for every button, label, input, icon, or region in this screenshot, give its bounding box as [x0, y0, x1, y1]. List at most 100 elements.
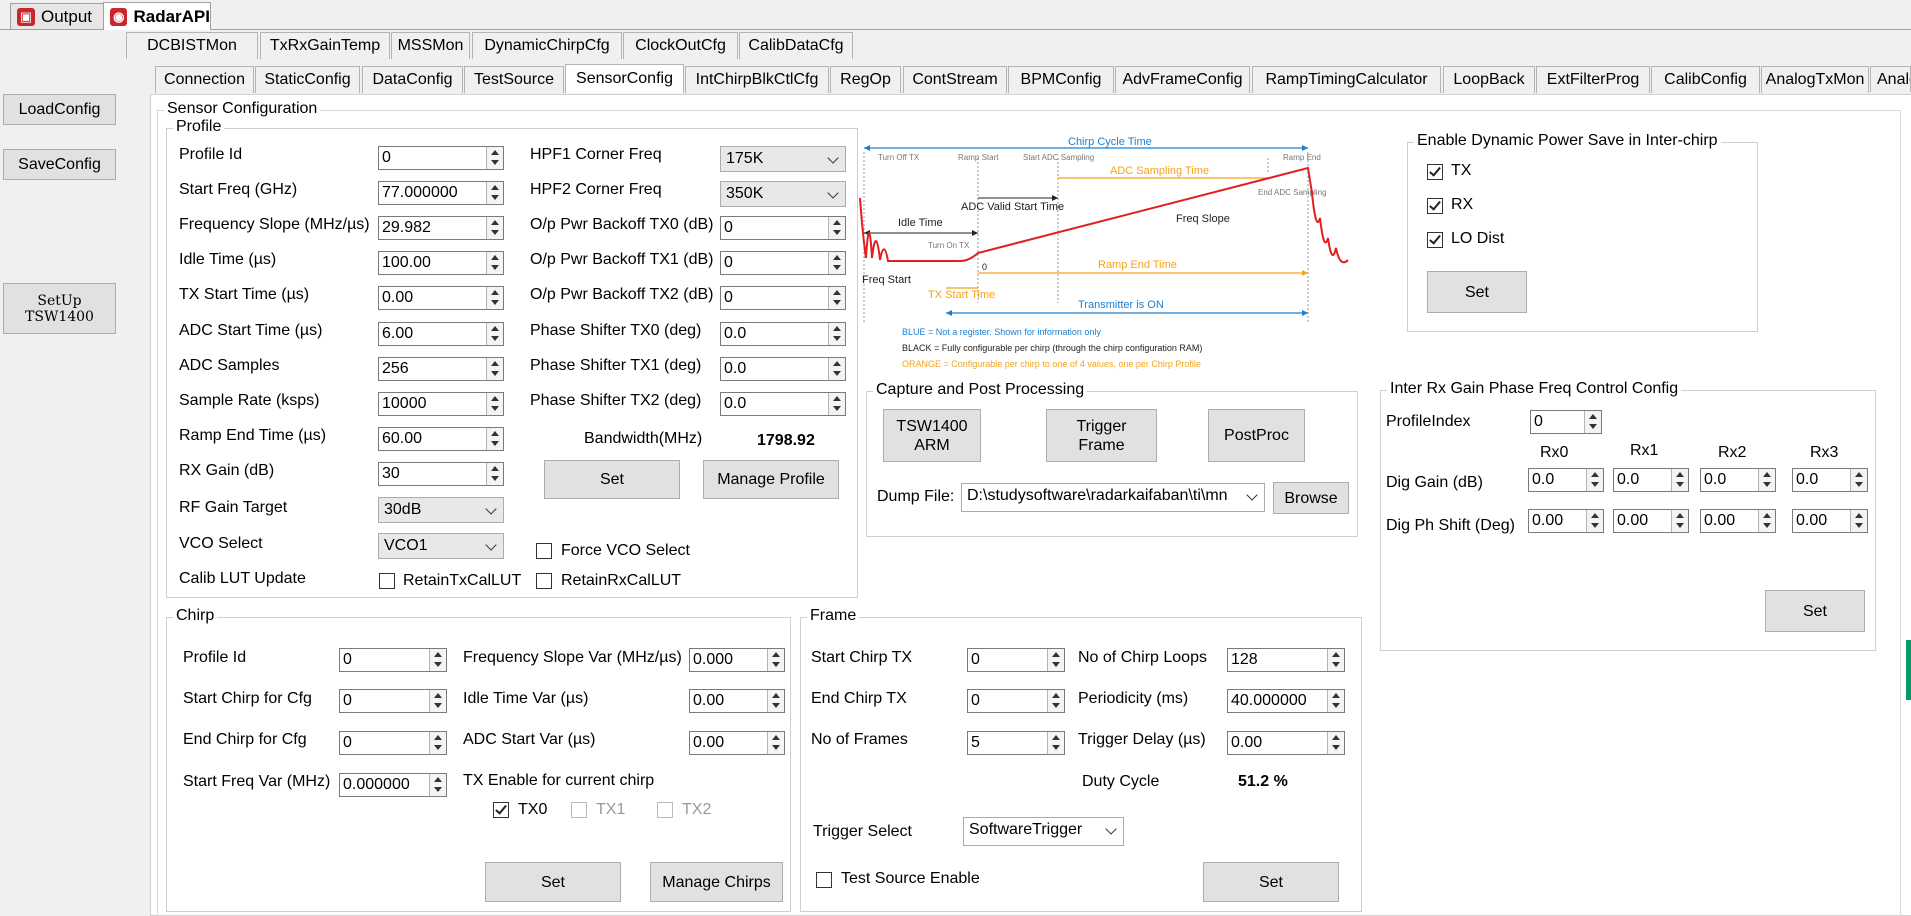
dig-gain-rx2-input[interactable]: 0.0 — [1700, 468, 1776, 492]
tab-calibconfig[interactable]: CalibConfig — [1651, 66, 1760, 93]
adc-samples-input[interactable]: 256 — [378, 357, 504, 381]
browse-button[interactable]: Browse — [1273, 482, 1349, 514]
hpf1-select[interactable]: 175K — [720, 146, 846, 172]
spin-arrows-icon[interactable] — [767, 732, 784, 754]
spin-arrows-icon[interactable] — [429, 732, 446, 754]
no-of-frames-input[interactable]: 5 — [967, 731, 1065, 755]
tab-mssmon[interactable]: MSSMon — [391, 32, 470, 59]
force-vco-select-checkbox[interactable] — [536, 543, 552, 559]
tx0-checkbox[interactable] — [493, 802, 509, 818]
tab-radarapi[interactable]: ◉ RadarAPI — [103, 2, 211, 30]
spin-arrows-icon[interactable] — [486, 147, 503, 169]
tab-calibdatacfg[interactable]: CalibDataCfg — [739, 32, 853, 59]
spin-arrows-icon[interactable] — [1327, 649, 1344, 671]
spin-arrows-icon[interactable] — [767, 690, 784, 712]
retain-rx-cal-lut-checkbox[interactable] — [536, 573, 552, 589]
spin-arrows-icon[interactable] — [828, 393, 845, 415]
tab-loopback[interactable]: LoopBack — [1443, 66, 1535, 93]
tsw1400-arm-button[interactable]: TSW1400 ARM — [883, 409, 981, 462]
tab-staticconfig[interactable]: StaticConfig — [255, 66, 360, 93]
hpf2-select[interactable]: 350K — [720, 181, 846, 207]
rx-gain-input[interactable]: 30 — [378, 462, 504, 486]
spin-arrows-icon[interactable] — [828, 217, 845, 239]
sample-rate-input[interactable]: 10000 — [378, 392, 504, 416]
tab-contstream[interactable]: ContStream — [903, 66, 1007, 93]
profile-set-button[interactable]: Set — [544, 460, 680, 499]
tab-intchirpblkctlcfg[interactable]: IntChirpBlkCtlCfg — [685, 66, 829, 93]
spin-arrows-icon[interactable] — [486, 217, 503, 239]
test-source-enable-checkbox[interactable] — [816, 872, 832, 888]
spin-arrows-icon[interactable] — [486, 358, 503, 380]
phase-tx1-input[interactable]: 0.0 — [720, 357, 846, 381]
tab-analogtxmon[interactable]: AnalogTxMon — [1761, 66, 1869, 93]
freq-slope-var-input[interactable]: 0.000 — [689, 648, 785, 672]
dig-ph-rx2-input[interactable]: 0.00 — [1700, 509, 1776, 533]
adc-start-time-input[interactable]: 6.00 — [378, 322, 504, 346]
dig-gain-rx0-input[interactable]: 0.0 — [1528, 468, 1604, 492]
spin-arrows-icon[interactable] — [1327, 690, 1344, 712]
no-of-chirp-loops-input[interactable]: 128 — [1227, 648, 1345, 672]
profile-id-input[interactable]: 0 — [378, 146, 504, 170]
adc-start-var-input[interactable]: 0.00 — [689, 731, 785, 755]
tab-dcbistmon[interactable]: DCBISTMon — [126, 32, 258, 59]
tab-regop[interactable]: RegOp — [830, 66, 901, 93]
tab-dataconfig[interactable]: DataConfig — [362, 66, 463, 93]
end-chirp-cfg-input[interactable]: 0 — [339, 731, 447, 755]
spin-arrows-icon[interactable] — [828, 323, 845, 345]
start-chirp-cfg-input[interactable]: 0 — [339, 689, 447, 713]
tab-dynamicchirpcfg[interactable]: DynamicChirpCfg — [472, 32, 622, 59]
backoff-tx0-input[interactable]: 0 — [720, 216, 846, 240]
spin-arrows-icon[interactable] — [1047, 649, 1064, 671]
dynpower-tx-checkbox[interactable] — [1427, 164, 1443, 180]
tab-output[interactable]: ▣ Output — [10, 3, 104, 29]
retain-tx-cal-lut-checkbox[interactable] — [379, 573, 395, 589]
spin-arrows-icon[interactable] — [828, 252, 845, 274]
spin-arrows-icon[interactable] — [429, 774, 446, 796]
save-config-button[interactable]: SaveConfig — [3, 149, 116, 180]
spin-arrows-icon[interactable] — [486, 182, 503, 204]
dig-ph-rx1-input[interactable]: 0.00 — [1613, 509, 1689, 533]
spin-arrows-icon[interactable] — [486, 393, 503, 415]
phase-tx0-input[interactable]: 0.0 — [720, 322, 846, 346]
dig-ph-rx0-input[interactable]: 0.00 — [1528, 509, 1604, 533]
start-freq-input[interactable]: 77.000000 — [378, 181, 504, 205]
manage-profile-button[interactable]: Manage Profile — [703, 460, 839, 499]
spin-arrows-icon[interactable] — [1850, 510, 1867, 532]
tab-testsource[interactable]: TestSource — [464, 66, 564, 93]
idle-time-input[interactable]: 100.00 — [378, 251, 504, 275]
spin-arrows-icon[interactable] — [1671, 469, 1688, 491]
spin-arrows-icon[interactable] — [1586, 510, 1603, 532]
backoff-tx2-input[interactable]: 0 — [720, 286, 846, 310]
dynpower-set-button[interactable]: Set — [1427, 271, 1527, 313]
trigger-frame-button[interactable]: Trigger Frame — [1046, 409, 1157, 462]
spin-arrows-icon[interactable] — [1047, 732, 1064, 754]
interrx-set-button[interactable]: Set — [1765, 590, 1865, 632]
phase-tx2-input[interactable]: 0.0 — [720, 392, 846, 416]
freq-slope-input[interactable]: 29.982 — [378, 216, 504, 240]
chirp-profile-id-input[interactable]: 0 — [339, 648, 447, 672]
backoff-tx1-input[interactable]: 0 — [720, 251, 846, 275]
frame-set-button[interactable]: Set — [1203, 862, 1339, 902]
spin-arrows-icon[interactable] — [486, 287, 503, 309]
spin-arrows-icon[interactable] — [1327, 732, 1344, 754]
scrollbar-thumb[interactable] — [1906, 640, 1911, 700]
spin-arrows-icon[interactable] — [828, 358, 845, 380]
postproc-button[interactable]: PostProc — [1208, 409, 1305, 462]
tab-clockoutcfg[interactable]: ClockOutCfg — [623, 32, 738, 59]
dig-ph-rx3-input[interactable]: 0.00 — [1792, 509, 1868, 533]
tab-connection[interactable]: Connection — [155, 66, 254, 93]
tab-ramptimingcalculator[interactable]: RampTimingCalculator — [1252, 66, 1441, 93]
vco-select[interactable]: VCO1 — [378, 533, 504, 559]
spin-arrows-icon[interactable] — [767, 649, 784, 671]
spin-arrows-icon[interactable] — [486, 252, 503, 274]
tab-txrxgaintemp[interactable]: TxRxGainTemp — [260, 32, 390, 59]
profile-index-input[interactable]: 0 — [1530, 410, 1602, 434]
trigger-select[interactable]: SoftwareTrigger — [963, 817, 1124, 846]
tab-analo[interactable]: Analo — [1870, 66, 1911, 92]
spin-arrows-icon[interactable] — [429, 649, 446, 671]
spin-arrows-icon[interactable] — [486, 463, 503, 485]
start-chirp-tx-input[interactable]: 0 — [967, 648, 1065, 672]
dig-gain-rx3-input[interactable]: 0.0 — [1792, 468, 1868, 492]
tab-advframeconfig[interactable]: AdvFrameConfig — [1115, 66, 1250, 93]
dig-gain-rx1-input[interactable]: 0.0 — [1613, 468, 1689, 492]
